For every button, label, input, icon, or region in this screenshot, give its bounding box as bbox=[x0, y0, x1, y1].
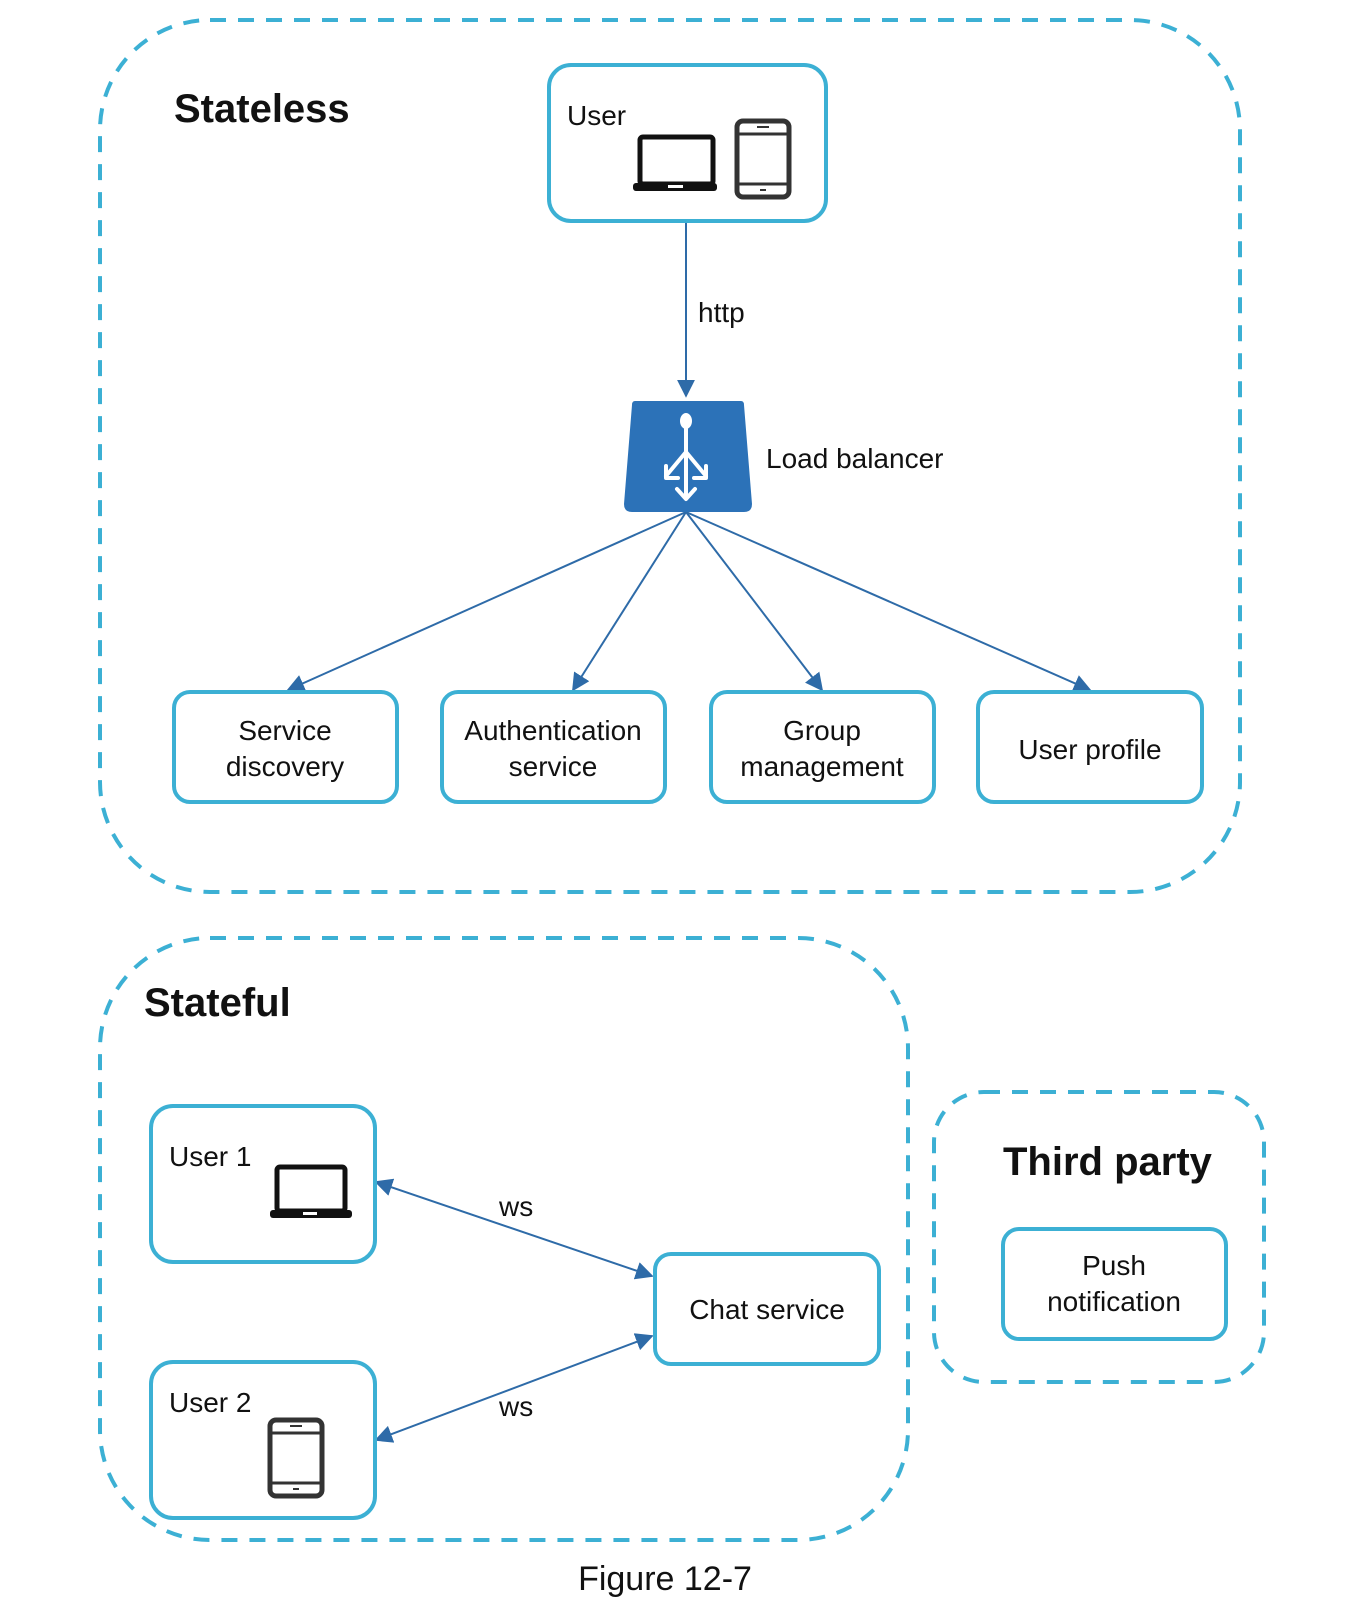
edge-lb-authentication bbox=[572, 511, 687, 692]
load-balancer-node: Load balancer bbox=[624, 401, 943, 512]
authentication-service-line1: Authentication bbox=[464, 715, 641, 746]
edge-lb-service-discovery bbox=[286, 511, 687, 692]
push-notification-node: Push notification bbox=[1001, 1227, 1228, 1341]
group-management-node: Group management bbox=[709, 690, 936, 804]
user-label: User bbox=[567, 100, 626, 131]
ws-label-user2: ws bbox=[498, 1391, 533, 1422]
architecture-diagram: Stateless Stateful Third party http ws w… bbox=[98, 18, 1266, 1598]
load-balancer-label: Load balancer bbox=[766, 443, 943, 474]
group-management-line2: management bbox=[740, 751, 904, 782]
group-management-line1: Group bbox=[783, 715, 861, 746]
stateless-title: Stateless bbox=[174, 87, 350, 131]
user-profile-label: User profile bbox=[1018, 734, 1161, 765]
ws-edge-user2 bbox=[374, 1333, 654, 1443]
chat-service-node: Chat service bbox=[653, 1252, 881, 1366]
authentication-service-node: Authentication service bbox=[440, 690, 667, 804]
user1-node: User 1 bbox=[149, 1104, 377, 1264]
authentication-service-line2: service bbox=[509, 751, 598, 782]
http-label: http bbox=[698, 297, 745, 328]
figure-caption: Figure 12-7 bbox=[578, 1560, 752, 1598]
user-node: User bbox=[547, 63, 828, 223]
third-party-title: Third party bbox=[1003, 1140, 1213, 1184]
service-discovery-line2: discovery bbox=[226, 751, 344, 782]
edge-lb-user-profile bbox=[685, 511, 1092, 692]
edge-lb-group-management bbox=[685, 511, 824, 692]
push-notification-line2: notification bbox=[1047, 1286, 1181, 1317]
user-profile-node: User profile bbox=[976, 690, 1204, 804]
stateful-title: Stateful bbox=[144, 981, 291, 1025]
user2-node: User 2 bbox=[149, 1360, 377, 1520]
ws-label-user1: ws bbox=[498, 1191, 533, 1222]
user1-label: User 1 bbox=[169, 1141, 251, 1172]
push-notification-line1: Push bbox=[1082, 1250, 1146, 1281]
chat-service-label: Chat service bbox=[689, 1294, 845, 1325]
service-discovery-line1: Service bbox=[238, 715, 331, 746]
service-discovery-node: Service discovery bbox=[172, 690, 399, 804]
user2-label: User 2 bbox=[169, 1387, 251, 1418]
